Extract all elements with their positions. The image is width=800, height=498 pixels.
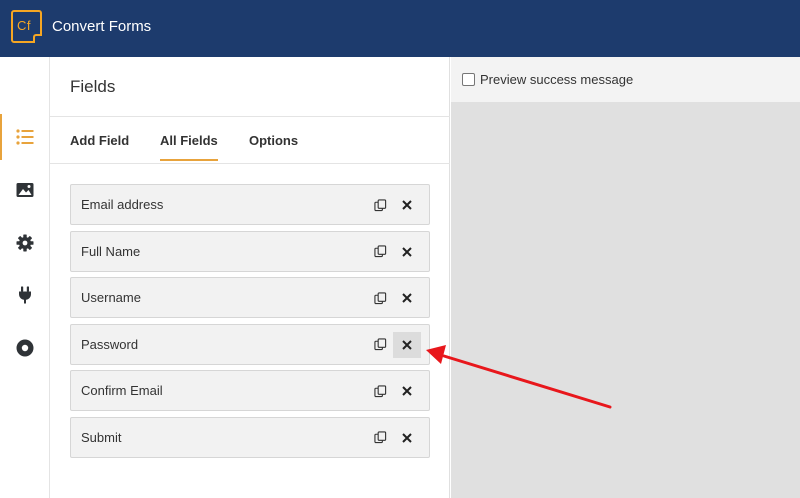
copy-icon — [373, 198, 386, 211]
field-label: Email address — [81, 197, 164, 212]
sidebar-item-submissions[interactable] — [0, 325, 50, 371]
app-header: Cf Convert Forms — [0, 0, 800, 57]
close-icon — [402, 293, 412, 303]
sidebar-item-fields[interactable] — [0, 114, 50, 160]
field-row-full-name[interactable]: Full Name — [70, 230, 430, 272]
close-icon — [402, 339, 412, 350]
close-icon — [402, 432, 412, 443]
field-row-username[interactable]: Username — [70, 277, 430, 318]
list-icon — [16, 129, 34, 145]
field-row-confirm-email[interactable]: Confirm Email — [70, 370, 430, 411]
copy-icon — [373, 384, 386, 397]
tab-add-field[interactable]: Add Field — [70, 133, 129, 148]
fields-panel: Fields Add Field All Fields Options Emai… — [50, 57, 450, 498]
gear-icon — [16, 234, 34, 252]
field-label: Submit — [81, 429, 122, 445]
image-icon — [16, 183, 34, 197]
field-label: Username — [81, 290, 141, 305]
copy-field-button[interactable] — [371, 289, 389, 307]
delete-field-button[interactable] — [393, 239, 421, 265]
left-sidebar — [0, 57, 50, 498]
close-icon — [402, 200, 412, 210]
field-row-password[interactable]: Password — [70, 323, 430, 365]
close-icon — [402, 246, 412, 257]
logo-text: Cf — [17, 18, 31, 33]
sidebar-item-integrations[interactable] — [0, 272, 50, 318]
field-label: Password — [81, 336, 139, 352]
copy-field-button[interactable] — [371, 336, 389, 354]
logo-corner — [33, 34, 42, 43]
copy-field-button[interactable] — [371, 429, 389, 447]
copy-field-button[interactable] — [371, 243, 389, 261]
close-icon — [402, 386, 412, 396]
delete-field-button[interactable] — [393, 425, 421, 451]
copy-field-button[interactable] — [371, 382, 389, 400]
app-title: Convert Forms — [52, 18, 152, 35]
delete-field-button[interactable] — [393, 378, 421, 404]
copy-icon — [373, 338, 386, 351]
delete-field-button[interactable] — [393, 192, 421, 218]
form-preview-area: Preview success message — [451, 57, 800, 498]
preview-toolbar: Preview success message — [451, 57, 800, 102]
preview-success-checkbox[interactable] — [462, 73, 475, 86]
copy-icon — [373, 291, 386, 304]
tab-options[interactable]: Options — [249, 133, 298, 148]
preview-success-label[interactable]: Preview success message — [480, 72, 633, 87]
circle-icon — [16, 339, 34, 357]
panel-tabs: Add Field All Fields Options — [50, 117, 450, 163]
panel-title: Fields — [70, 77, 116, 96]
copy-field-button[interactable] — [371, 196, 389, 214]
delete-field-button[interactable] — [393, 331, 421, 358]
copy-icon — [373, 245, 386, 258]
field-label: Full Name — [81, 243, 141, 259]
divider — [50, 163, 450, 164]
delete-field-button[interactable] — [393, 285, 421, 311]
plug-icon — [19, 286, 31, 304]
tab-all-fields[interactable]: All Fields — [160, 133, 218, 161]
copy-icon — [373, 431, 386, 444]
sidebar-item-design[interactable] — [0, 167, 50, 213]
app-logo[interactable]: Cf — [11, 10, 42, 43]
field-list: Email address Full Name Username Passwor… — [70, 184, 430, 463]
sidebar-item-settings[interactable] — [0, 220, 50, 266]
field-row-email-address[interactable]: Email address — [70, 184, 430, 225]
field-label: Confirm Email — [81, 383, 163, 398]
field-row-submit[interactable]: Submit — [70, 416, 430, 458]
